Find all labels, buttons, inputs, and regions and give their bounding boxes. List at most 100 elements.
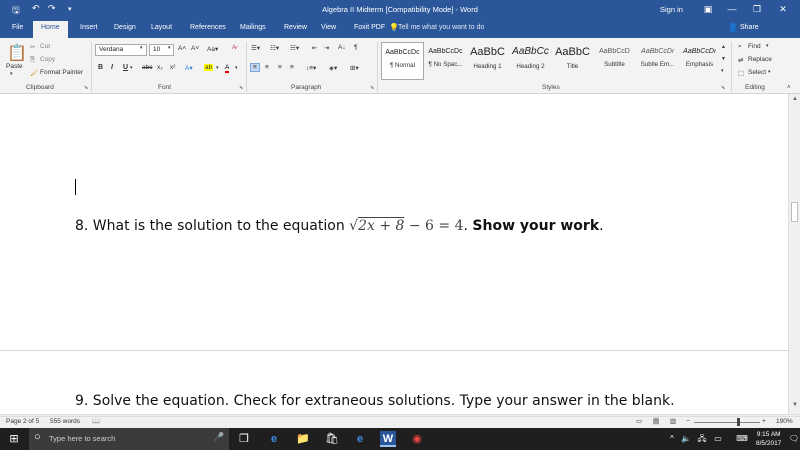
share-button[interactable]: Share (740, 24, 759, 31)
close-button[interactable]: ✕ (775, 2, 791, 16)
battery-icon[interactable]: ▭ (710, 431, 726, 447)
bold-icon[interactable]: B (98, 64, 103, 71)
shading-icon[interactable]: ◈▾ (329, 64, 337, 72)
tab-references[interactable]: References (190, 24, 226, 31)
web-layout-icon[interactable]: ▥ (670, 417, 676, 425)
underline-icon[interactable]: U (123, 64, 128, 71)
text-effects-icon[interactable]: A▾ (185, 64, 193, 72)
replace-button[interactable]: Replace (748, 56, 772, 63)
tell-me-box[interactable]: Tell me what you want to do (398, 24, 484, 31)
style-no-spacing[interactable]: AaBbCcDc ¶ No Spac... (424, 42, 467, 80)
styles-more-icon[interactable]: ▾ (721, 68, 724, 74)
paste-dropdown-icon[interactable]: ▾ (10, 71, 13, 77)
align-center-icon[interactable]: ≡ (265, 64, 269, 71)
style-normal[interactable]: AaBbCcDc ¶ Normal (381, 42, 424, 80)
replace-icon[interactable]: ⇄ (738, 56, 743, 64)
paragraph-launcher-icon[interactable]: ⬊ (370, 85, 374, 91)
vertical-scrollbar[interactable]: ▲ ▼ (788, 94, 800, 414)
tab-review[interactable]: Review (284, 24, 307, 31)
scroll-down-arrow-icon[interactable]: ▼ (792, 402, 798, 408)
sort-icon[interactable]: A↓ (338, 44, 346, 51)
clipboard-launcher-icon[interactable]: ⬊ (84, 85, 88, 91)
select-dropdown-icon[interactable]: ▾ (768, 69, 771, 75)
highlight-dropdown-icon[interactable]: ▾ (216, 65, 219, 71)
input-indicator-icon[interactable]: ⌨ (734, 431, 750, 447)
page-count[interactable]: Page 2 of 5 (6, 418, 39, 425)
font-color-icon[interactable]: A (225, 64, 230, 73)
zoom-in-icon[interactable]: + (762, 418, 766, 425)
tab-file[interactable]: File (12, 24, 23, 31)
proofing-icon[interactable]: 📖 (92, 417, 100, 425)
windows-start-icon[interactable]: ⊞ (6, 431, 22, 447)
cut-button[interactable]: Cut (40, 43, 50, 50)
show-formatting-marks-icon[interactable]: ¶ (354, 44, 358, 51)
print-layout-icon[interactable]: ▤ (653, 417, 660, 425)
grow-font-icon[interactable]: A˄ (178, 45, 186, 52)
format-painter-icon[interactable]: 🖌 (30, 69, 38, 77)
paste-icon[interactable]: 📋 (7, 43, 27, 63)
edge-browser-icon[interactable]: e (266, 431, 282, 447)
zoom-level[interactable]: 190% (776, 418, 793, 425)
read-mode-icon[interactable]: ▭ (636, 417, 642, 425)
line-spacing-icon[interactable]: ↕≡▾ (306, 64, 316, 72)
superscript-icon[interactable]: x² (170, 64, 175, 71)
format-painter-button[interactable]: Format Painter (40, 69, 83, 76)
font-color-dropdown-icon[interactable]: ▾ (235, 65, 238, 71)
copy-button[interactable]: Copy (40, 56, 55, 63)
styles-scroll-up-icon[interactable]: ▲ (721, 44, 726, 50)
chrome-icon[interactable]: ◉ (409, 431, 425, 447)
italic-icon[interactable]: I (111, 64, 113, 71)
file-explorer-icon[interactable]: 📁 (295, 431, 311, 447)
subscript-icon[interactable]: x₂ (157, 64, 163, 71)
decrease-indent-icon[interactable]: ⇤ (312, 44, 317, 52)
style-emphasis[interactable]: AaBbCcDı Emphasis (678, 42, 721, 80)
find-dropdown-icon[interactable]: ▾ (766, 43, 769, 49)
underline-dropdown-icon[interactable]: ▾ (130, 65, 133, 71)
zoom-slider-track[interactable] (694, 422, 760, 423)
zoom-slider-thumb[interactable] (737, 418, 740, 426)
word-taskbar-icon[interactable]: W (380, 431, 396, 447)
action-center-icon[interactable]: 🗨 (786, 431, 800, 447)
copy-icon[interactable]: ⎘ (30, 56, 35, 64)
zoom-out-icon[interactable]: − (686, 418, 690, 425)
collapse-ribbon-icon[interactable]: ˄ (787, 85, 791, 91)
style-subtitle[interactable]: AaBbCcD Subtitle (593, 42, 636, 80)
style-title[interactable]: AaBbC Title (551, 42, 594, 80)
tab-design[interactable]: Design (114, 24, 136, 31)
styles-scroll-down-icon[interactable]: ▼ (721, 56, 726, 62)
numbering-icon[interactable]: ☷▾ (270, 44, 279, 52)
align-right-icon[interactable]: ≡ (278, 64, 282, 71)
word-count[interactable]: 555 words (50, 418, 80, 425)
cut-icon[interactable]: ✂ (30, 43, 35, 51)
vertical-scroll-thumb[interactable] (791, 202, 798, 222)
increase-indent-icon[interactable]: ⇥ (324, 44, 329, 52)
tab-layout[interactable]: Layout (151, 24, 172, 31)
tab-insert[interactable]: Insert (80, 24, 98, 31)
internet-explorer-icon[interactable]: e (352, 431, 368, 447)
volume-icon[interactable]: 🔈 (678, 431, 694, 447)
find-button[interactable]: Find (748, 43, 761, 50)
network-icon[interactable]: 🖧 (694, 431, 710, 447)
justify-icon[interactable]: ≡ (290, 64, 294, 71)
style-heading-2[interactable]: AaBbCc Heading 2 (509, 42, 552, 80)
find-icon[interactable]: ⌕ (738, 43, 742, 51)
shrink-font-icon[interactable]: A˅ (191, 45, 199, 52)
style-subtle-emphasis[interactable]: AaBbCcDı Subtle Em... (636, 42, 679, 80)
tab-foxit-pdf[interactable]: Foxit PDF (354, 24, 385, 31)
restore-button[interactable]: ❐ (749, 2, 765, 16)
scroll-up-arrow-icon[interactable]: ▲ (792, 96, 798, 102)
ribbon-display-options-icon[interactable]: ▣ (700, 2, 716, 16)
font-name-dropdown-icon[interactable]: ▾ (140, 45, 143, 51)
multilevel-list-icon[interactable]: ☵▾ (290, 44, 299, 52)
bullets-icon[interactable]: ☰▾ (251, 44, 260, 52)
strikethrough-icon[interactable]: abc (142, 64, 152, 71)
taskbar-search-box[interactable]: ○ Type here to search 🎤 (29, 428, 229, 450)
minimize-button[interactable]: — (724, 2, 740, 16)
borders-icon[interactable]: ⊞▾ (350, 64, 359, 72)
style-heading-1[interactable]: AaBbC Heading 1 (466, 42, 509, 80)
tab-view[interactable]: View (321, 24, 336, 31)
change-case-icon[interactable]: Aa▾ (207, 45, 218, 53)
select-button[interactable]: Select (748, 69, 766, 76)
tab-mailings[interactable]: Mailings (240, 24, 266, 31)
task-view-icon[interactable]: ❐ (236, 431, 252, 447)
